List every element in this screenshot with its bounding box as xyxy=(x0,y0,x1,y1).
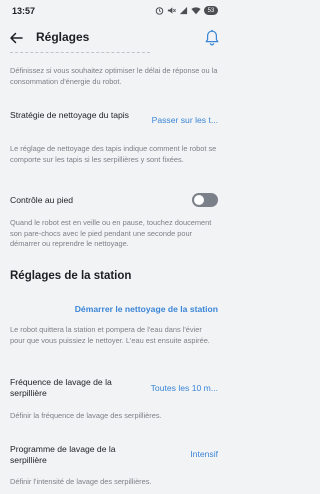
carpet-strategy-value[interactable]: Passer sur les t... xyxy=(152,115,218,125)
mop-wash-frequency-label[interactable]: Fréquence de lavage de la serpillière xyxy=(10,377,130,399)
foot-control-label: Contrôle au pied xyxy=(10,195,74,205)
scrolled-content-edge xyxy=(10,52,150,56)
wifi-icon xyxy=(191,7,201,15)
status-bar: 13:57 53 xyxy=(0,0,228,22)
mop-wash-frequency-description: Définir la fréquence de lavage des serpi… xyxy=(10,411,162,420)
battery-icon: 53 xyxy=(204,6,218,15)
start-station-cleaning-link[interactable]: Démarrer le nettoyage de la station xyxy=(75,304,218,314)
app-header: Réglages xyxy=(0,24,228,52)
station-section-title: Réglages de la station xyxy=(10,270,132,282)
mop-wash-program-value[interactable]: Intensif xyxy=(190,449,218,459)
mop-wash-frequency-value[interactable]: Toutes les 10 m... xyxy=(151,383,218,393)
station-cleaning-description: Le robot quittera la station et pompera … xyxy=(10,325,210,345)
carpet-strategy-label[interactable]: Stratégie de nettoyage du tapis xyxy=(10,110,140,121)
foot-control-description: Quand le robot est en veille ou en pause… xyxy=(10,218,212,249)
page-title: Réglages xyxy=(36,30,90,44)
status-icons: 53 xyxy=(155,6,218,15)
mop-wash-program-label[interactable]: Programme de lavage de la serpillière xyxy=(10,444,135,466)
mop-wash-program-description: Définir l'intensité de lavage des serpil… xyxy=(10,477,152,486)
intro-description: Définissez si vous souhaitez optimiser l… xyxy=(10,66,218,86)
foot-control-toggle[interactable] xyxy=(192,193,218,207)
toggle-knob xyxy=(194,195,204,205)
carpet-strategy-description: Le réglage de nettoyage des tapis indiqu… xyxy=(10,144,217,164)
status-time: 13:57 xyxy=(12,6,36,16)
signal-icon xyxy=(179,6,188,15)
back-arrow-icon[interactable] xyxy=(8,30,24,46)
mute-icon xyxy=(167,7,176,14)
bell-icon[interactable] xyxy=(204,29,220,47)
alarm-icon xyxy=(155,7,164,15)
